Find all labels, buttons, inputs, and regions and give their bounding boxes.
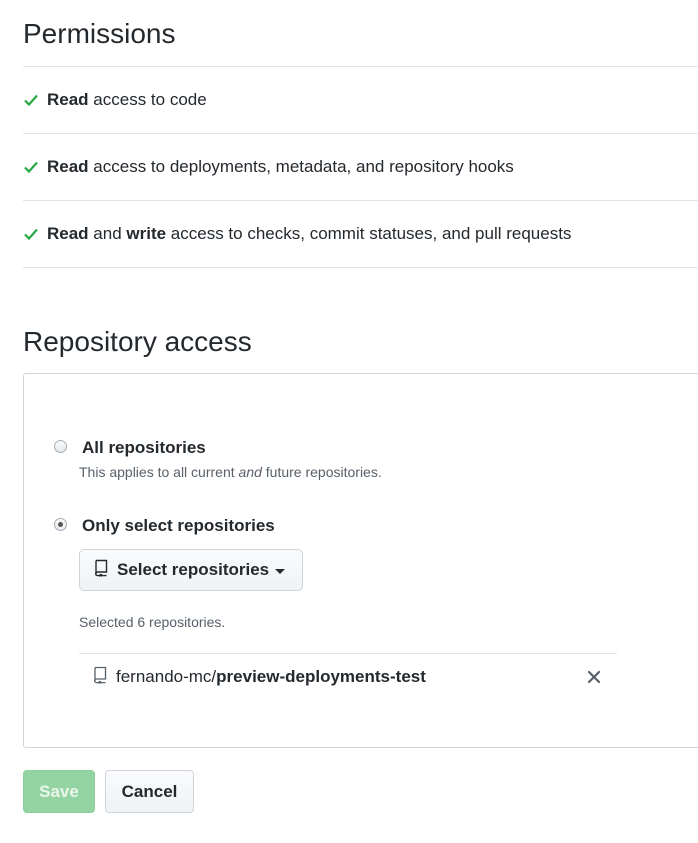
divider <box>23 133 698 134</box>
only-select-repositories-radio[interactable] <box>54 518 67 531</box>
caret-down-icon <box>275 568 286 574</box>
divider <box>23 200 698 201</box>
remove-repository-icon[interactable] <box>586 669 602 685</box>
repository-short-name: preview-deployments-test <box>216 667 426 686</box>
permission-level: Read <box>47 90 89 109</box>
selected-repository-item: fernando-mc/preview-deployments-test <box>92 666 602 688</box>
permission-description: access to deployments, metadata, and rep… <box>88 157 514 176</box>
repository-name: fernando-mc/preview-deployments-test <box>116 667 426 687</box>
note-emphasis: and <box>238 464 262 480</box>
cancel-button[interactable]: Cancel <box>105 770 194 813</box>
note-text: future repositories. <box>261 464 382 480</box>
permission-text: Read access to deployments, metadata, an… <box>47 157 514 177</box>
repository-owner: fernando-mc/ <box>116 667 217 686</box>
permission-item: Read and write access to checks, commit … <box>23 224 698 244</box>
only-select-repositories-label[interactable]: Only select repositories <box>82 516 275 536</box>
repo-icon <box>92 666 108 689</box>
permissions-title: Permissions <box>23 18 176 49</box>
repo-icon <box>93 559 109 582</box>
permission-text: Read and write access to checks, commit … <box>47 224 571 244</box>
note-text: This applies to all current <box>79 464 239 480</box>
permission-description: access to checks, commit statuses, and p… <box>166 224 572 243</box>
check-icon <box>23 226 39 242</box>
check-icon <box>23 159 39 175</box>
all-repositories-radio[interactable] <box>54 440 67 453</box>
all-repositories-note: This applies to all current and future r… <box>79 464 382 480</box>
permission-level: Read <box>47 224 89 243</box>
permission-item: Read access to code <box>23 90 698 110</box>
divider <box>23 66 698 67</box>
select-repositories-label: Select repositories <box>117 560 270 579</box>
repository-access-title: Repository access <box>23 326 252 357</box>
permission-level: Read <box>47 157 89 176</box>
all-repositories-label[interactable]: All repositories <box>82 438 206 458</box>
permission-connector: and <box>88 224 127 243</box>
select-repositories-button[interactable]: Select repositories <box>79 549 303 591</box>
permission-item: Read access to deployments, metadata, an… <box>23 157 698 177</box>
check-icon <box>23 92 39 108</box>
permission-text: Read access to code <box>47 90 207 110</box>
divider <box>79 653 617 654</box>
save-button[interactable]: Save <box>23 770 95 813</box>
permission-description: access to code <box>88 90 207 109</box>
permission-level: write <box>126 224 167 243</box>
divider <box>23 267 698 268</box>
selected-repositories-count: Selected 6 repositories. <box>79 614 226 630</box>
